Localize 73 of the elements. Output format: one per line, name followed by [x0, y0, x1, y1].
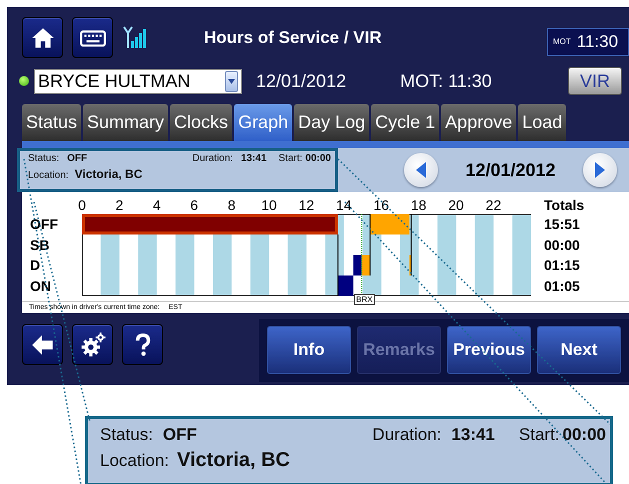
duration-label: Duration: [192, 153, 233, 164]
mot-time: MOT: 11:30 [400, 70, 492, 92]
duration-value: 13:41 [451, 425, 495, 445]
driver-dropdown[interactable]: BRYCE HULTMAN [34, 68, 242, 94]
back-button[interactable] [22, 324, 63, 365]
status-change-line [410, 214, 412, 276]
selected-date: 12/01/2012 [465, 160, 556, 180]
duty-status-label: D [30, 256, 42, 275]
duty-status-label: ON [30, 276, 52, 296]
duty-period-bar [370, 214, 410, 234]
location-marker-tag: BRX [354, 294, 375, 305]
action-button[interactable]: Info [267, 326, 351, 374]
hour-label: 14 [335, 197, 353, 213]
tab[interactable]: Approve [441, 104, 516, 141]
right-triangle-icon [595, 162, 605, 178]
status-value: OFF [67, 153, 88, 164]
status-value: OFF [162, 425, 197, 445]
hour-label: 20 [447, 197, 465, 213]
gears-icon [80, 332, 106, 358]
left-triangle-icon [416, 162, 426, 178]
location-value: Victoria, BC [74, 167, 142, 181]
duration-label: Duration: [372, 425, 442, 445]
hour-label: 2 [114, 197, 124, 213]
tab[interactable]: Summary [83, 104, 168, 141]
start-value: 00:00 [305, 153, 331, 164]
status-label: Status: [100, 425, 153, 445]
next-day-button[interactable] [583, 153, 617, 187]
status-change-line [370, 214, 371, 276]
keyboard-button[interactable] [72, 17, 113, 58]
start-label: Start: [518, 425, 560, 445]
tab[interactable]: Load [518, 104, 566, 141]
start-value: 00:00 [562, 425, 606, 445]
clock-label: MOT [553, 37, 571, 46]
action-button[interactable]: Next [537, 326, 621, 374]
home-button[interactable] [22, 17, 63, 58]
hour-label: 0 [77, 197, 87, 213]
status-change-line [337, 234, 338, 296]
tab[interactable]: Day Log [294, 104, 370, 141]
caret-icon [228, 78, 235, 84]
duty-period-bar [409, 255, 412, 276]
settings-button[interactable] [72, 324, 113, 365]
hour-label: 8 [226, 197, 236, 213]
duration-value: 13:41 [240, 153, 267, 164]
tab[interactable]: Graph [234, 104, 292, 141]
hour-label: 4 [152, 197, 162, 213]
start-label: Start: [278, 153, 302, 164]
location-label: Location: [28, 170, 69, 181]
hour-label: 16 [372, 197, 390, 213]
duty-total: 01:15 [544, 256, 581, 275]
duty-total: 01:05 [544, 276, 581, 296]
window-title: Hours of Service / VIR [204, 28, 383, 48]
location-value: Victoria, BC [177, 449, 290, 472]
duty-total: 00:00 [544, 236, 581, 254]
hour-label: 12 [298, 197, 316, 213]
tab[interactable]: Clocks [170, 104, 232, 141]
previous-day-button[interactable] [404, 153, 438, 187]
hour-label: 18 [410, 197, 428, 213]
hour-label: 22 [484, 197, 502, 213]
location-label: Location: [100, 451, 169, 471]
help-button[interactable] [122, 324, 163, 365]
tab[interactable]: Cycle 1 [371, 104, 440, 141]
hour-label: 10 [260, 197, 278, 213]
duty-status-label: SB [30, 236, 50, 254]
totals-heading: Totals [544, 197, 584, 214]
hour-label: 6 [189, 197, 200, 213]
log-date: 12/01/2012 [256, 70, 346, 92]
duty-total: 15:51 [544, 215, 581, 234]
action-button[interactable]: Previous [447, 326, 531, 374]
tab[interactable]: Status [22, 104, 82, 141]
duty-status-label: OFF [30, 215, 58, 234]
clock-time: 11:30 [576, 32, 618, 52]
status-label: Status: [28, 153, 60, 164]
vir-button[interactable]: VIR [568, 67, 622, 95]
